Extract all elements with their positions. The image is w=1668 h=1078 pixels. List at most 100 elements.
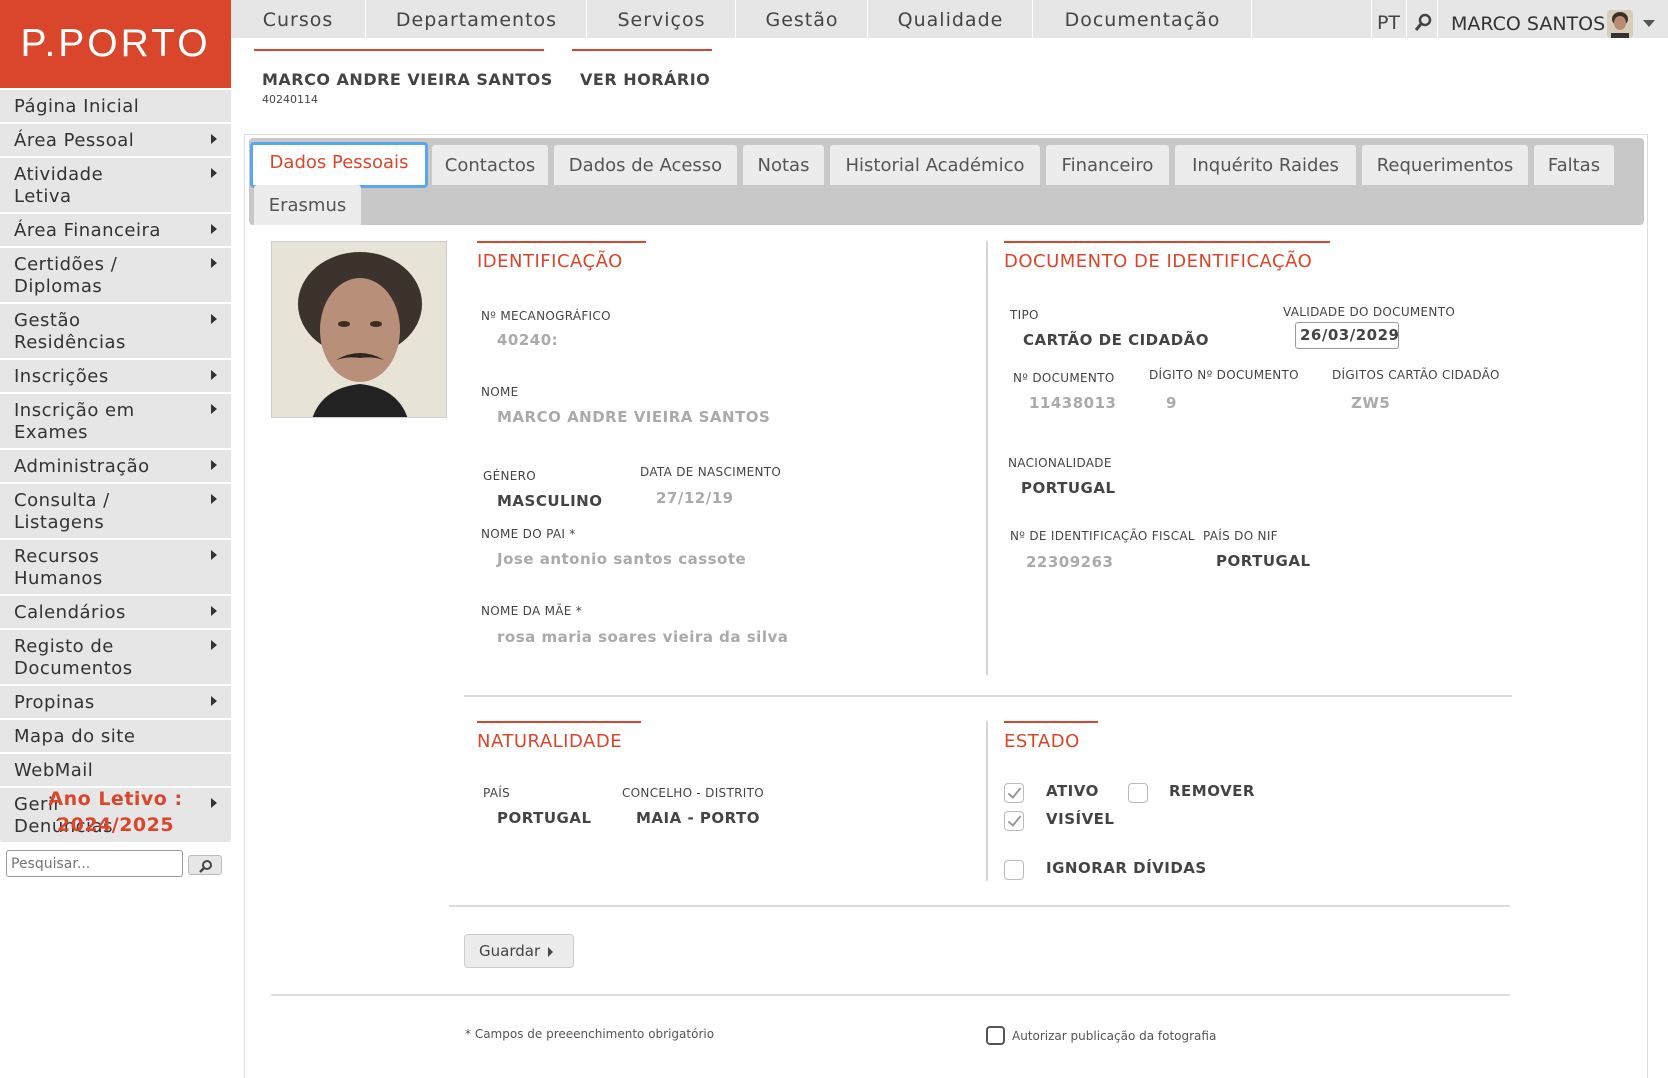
nav-qualidade[interactable]: Qualidade — [869, 0, 1033, 38]
label-data-nascimento: DATA DE NASCIMENTO — [640, 465, 782, 479]
tab-requerimentos[interactable]: Requerimentos — [1362, 145, 1528, 185]
student-name[interactable]: MARCO ANDRE VIEIRA SANTOS — [262, 70, 553, 89]
column-divider — [986, 721, 988, 881]
sidebar-menu: Página Inicial Área Pessoal Atividade Leti… — [0, 90, 231, 844]
sidebar-item[interactable]: Mapa do site — [0, 720, 231, 754]
search-icon — [199, 860, 212, 873]
value-concelho[interactable]: MAIA - PORTO — [636, 809, 760, 827]
sidebar-item[interactable]: Área Pessoal — [0, 124, 231, 158]
sidebar-item[interactable]: Inscrições — [0, 360, 231, 394]
tab-bar: Dados Pessoais Contactos Dados de Acesso… — [249, 138, 1644, 225]
sidebar-item[interactable]: Registo de Documentos — [0, 630, 231, 686]
nav-servicos[interactable]: Serviços — [588, 0, 736, 38]
validade-date-field[interactable]: 26/03/2029 — [1295, 322, 1399, 349]
remover-checkbox[interactable] — [1128, 783, 1148, 803]
value-pais[interactable]: PORTUGAL — [497, 809, 592, 827]
sidebar-item[interactable]: Administração — [0, 450, 231, 484]
tab-historial-academico[interactable]: Historial Académico — [830, 145, 1040, 185]
guardar-label: Guardar — [479, 942, 541, 960]
value-nome[interactable]: MARCO ANDRE VIEIRA SANTOS — [497, 408, 770, 426]
top-navigation: Cursos Departamentos Serviços Gestão Qua… — [231, 0, 1668, 38]
tab-erasmus[interactable]: Erasmus — [254, 185, 361, 225]
nav-departamentos[interactable]: Departamentos — [367, 0, 587, 38]
label-nacionalidade: NACIONALIDADE — [1008, 456, 1112, 470]
sidebar-item-label: Calendários — [14, 602, 126, 623]
nav-cursos[interactable]: Cursos — [231, 0, 366, 38]
tab-contactos[interactable]: Contactos — [432, 145, 548, 185]
sidebar-item-label: Inscrição em Exames — [14, 400, 135, 443]
tab-notas[interactable]: Notas — [743, 145, 824, 185]
sidebar-item-label: Área Pessoal — [14, 130, 135, 151]
sidebar-item[interactable]: Consulta / Listagens — [0, 484, 231, 540]
ano-letivo: Ano Letivo : 2024/2025 — [0, 786, 231, 838]
chevron-right-icon — [211, 550, 217, 560]
nav-gestao[interactable]: Gestão — [737, 0, 868, 38]
sidebar-item-label: Mapa do site — [14, 726, 136, 747]
sidebar-item[interactable]: Propinas — [0, 686, 231, 720]
sidebar-item[interactable]: Página Inicial — [0, 90, 231, 124]
chevron-right-icon — [211, 370, 217, 380]
tab-inquerito-raides[interactable]: Inquérito Raides — [1175, 145, 1356, 185]
value-nome-pai[interactable]: Jose antonio santos cassote — [497, 550, 746, 568]
sidebar-item[interactable]: Certidões / Diplomas — [0, 248, 231, 304]
chevron-right-icon — [211, 404, 217, 414]
sidebar-item-label: Atividade Letiva — [14, 164, 104, 207]
sidebar-item[interactable]: Calendários — [0, 596, 231, 630]
footer-divider — [271, 994, 1510, 996]
value-nacionalidade[interactable]: PORTUGAL — [1021, 479, 1116, 497]
value-digitos-cc[interactable]: ZW5 — [1351, 394, 1390, 412]
visivel-checkbox[interactable] — [1004, 811, 1024, 831]
sidebar-item-label: Registo de Documentos — [14, 636, 133, 679]
label-remover: REMOVER — [1169, 782, 1255, 800]
ignorar-dividas-checkbox[interactable] — [1004, 860, 1024, 880]
nav-documentacao[interactable]: Documentação — [1034, 0, 1252, 38]
sidebar-item[interactable]: WebMail — [0, 754, 231, 788]
value-genero[interactable]: MASCULINO — [497, 492, 602, 510]
label-concelho: CONCELHO - DISTRITO — [622, 786, 764, 800]
sidebar-item-label: WebMail — [14, 760, 94, 781]
value-pais-nif[interactable]: PORTUGAL — [1216, 552, 1311, 570]
sidebar-item[interactable]: Gestão Residências — [0, 304, 231, 360]
user-avatar[interactable] — [1607, 10, 1633, 38]
value-digito-documento[interactable]: 9 — [1166, 394, 1177, 412]
label-visivel: VISÍVEL — [1046, 810, 1115, 828]
content-frame — [244, 134, 1648, 1078]
value-nome-mae[interactable]: rosa maria soares vieira da silva — [497, 628, 788, 646]
sidebar-item[interactable]: Inscrição em Exames — [0, 394, 231, 450]
chevron-down-icon[interactable] — [1643, 20, 1655, 27]
header-underline — [254, 49, 544, 51]
guardar-button[interactable]: Guardar — [464, 934, 574, 968]
tab-faltas[interactable]: Faltas — [1534, 145, 1614, 185]
language-switch[interactable]: PT — [1371, 0, 1405, 38]
label-ignorar-dividas: IGNORAR DÍVIDAS — [1046, 859, 1207, 877]
sidebar-item[interactable]: Atividade Letiva — [0, 158, 231, 214]
sidebar-search-input[interactable] — [6, 850, 183, 877]
section-underline — [477, 721, 641, 723]
tab-dados-pessoais[interactable]: Dados Pessoais — [250, 142, 428, 188]
value-data-nascimento[interactable]: 27/12/19 — [656, 489, 734, 507]
sidebar-search-button[interactable] — [188, 855, 222, 875]
label-pais: PAÍS — [483, 786, 511, 800]
tab-financeiro[interactable]: Financeiro — [1046, 145, 1169, 185]
sidebar-item-label: Página Inicial — [14, 96, 140, 117]
user-menu-name[interactable]: MARCO SANTOS — [1451, 0, 1605, 38]
label-pais-nif: PAÍS DO NIF — [1203, 529, 1278, 543]
value-mecanografico[interactable]: 40240: — [497, 331, 558, 349]
sidebar-item-label: Gestão Residências — [14, 310, 126, 353]
value-tipo[interactable]: CARTÃO DE CIDADÃO — [1023, 331, 1209, 349]
autorizar-fotografia-checkbox[interactable] — [986, 1026, 1005, 1045]
section-underline — [1004, 721, 1098, 723]
value-num-documento[interactable]: 11438013 — [1029, 394, 1117, 412]
label-genero: GÉNERO — [483, 469, 537, 483]
sidebar-item-label: Certidões / Diplomas — [14, 254, 118, 297]
label-validade: VALIDADE DO DOCUMENTO — [1283, 305, 1456, 319]
tab-dados-acesso[interactable]: Dados de Acesso — [554, 145, 737, 185]
pporto-logo[interactable]: P.PORTO — [0, 0, 231, 88]
top-search-button[interactable] — [1406, 0, 1438, 38]
sidebar-item[interactable]: Recursos Humanos — [0, 540, 231, 596]
sidebar-item[interactable]: Área Financeira — [0, 214, 231, 248]
sidebar-item-label: Inscrições — [14, 366, 109, 387]
ativo-checkbox[interactable] — [1004, 783, 1024, 803]
value-nif[interactable]: 22309263 — [1026, 553, 1114, 571]
ver-horario-link[interactable]: VER HORÁRIO — [580, 70, 710, 89]
